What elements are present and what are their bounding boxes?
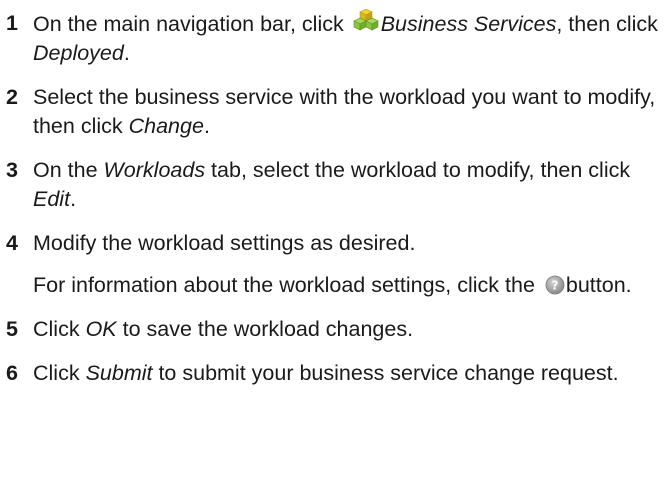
step-text: On the Workloads tab, select the workloa… [33,156,661,214]
step-text: Modify the workload settings as desired. [33,229,661,258]
step-number: 6 [6,361,18,385]
step-text-plain: . [203,114,210,138]
help-icon: ? [545,274,565,295]
ui-label-deployed: Deployed [33,41,124,65]
step-number: 4 [6,231,18,255]
step-5: 5 Click OK to save the workload changes. [0,315,665,344]
step-number: 2 [6,85,18,109]
step-text-plain: On the main navigation bar, click [33,12,350,36]
step-number: 5 [6,317,18,341]
step-3: 3 On the Workloads tab, select the workl… [0,156,665,214]
business-services-icon [353,8,379,35]
step-text-plain: On the [33,158,104,182]
step-text-plain: Click [33,361,86,385]
step-text-plain: to submit your business service change r… [152,361,619,385]
step-6: 6 Click Submit to submit your business s… [0,359,665,388]
ui-label-change: Change [128,114,204,138]
ui-label-business-services: Business Services [380,12,557,36]
step-text-plain: . [70,187,77,211]
step-text: Select the business service with the wor… [33,83,661,141]
step-number: 3 [6,158,18,182]
step-2: 2 Select the business service with the w… [0,83,665,141]
step-text-plain: Select the business service with the wor… [33,85,656,138]
svg-text:?: ? [551,279,558,293]
step-4-note: For information about the workload setti… [0,271,665,300]
ui-label-submit: Submit [85,361,153,385]
step-text: For information about the workload setti… [33,271,661,300]
ui-label-edit: Edit [33,187,71,211]
step-text-plain: . [123,41,130,65]
step-text-plain: Click [33,317,86,341]
step-number: 1 [6,11,18,35]
ui-label-workloads: Workloads [103,158,206,182]
step-1: 1 On the main navigation bar, click Busi… [0,8,665,68]
procedure-steps: 1 On the main navigation bar, click Busi… [0,0,665,388]
ui-label-ok: OK [85,317,117,341]
step-text-plain: tab, select the workload to modify, then… [205,158,631,182]
step-text: Click OK to save the workload changes. [33,315,661,344]
step-text-plain: to save the workload changes. [116,317,414,341]
step-text-plain: Modify the workload settings as desired. [33,231,416,255]
step-text: On the main navigation bar, click Busine… [33,8,661,68]
step-text-plain: , then click [556,12,658,36]
step-text-plain: button. [565,273,632,297]
step-text-plain: For information about the workload setti… [33,273,541,297]
step-4: 4 Modify the workload settings as desire… [0,229,665,258]
step-text: Click Submit to submit your business ser… [33,359,661,388]
